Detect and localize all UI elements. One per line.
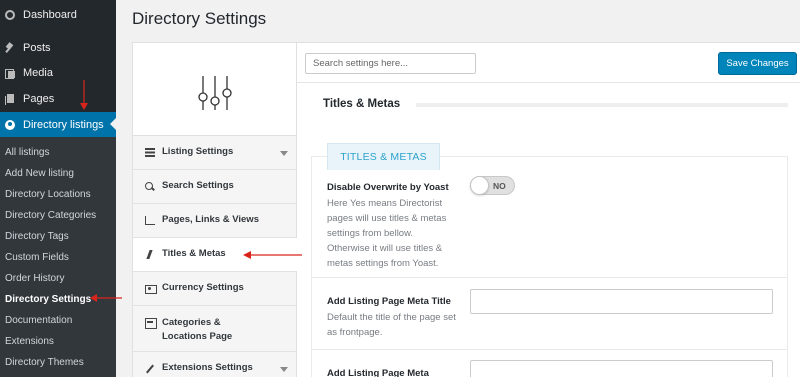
settings-toolbar: Save Changes	[297, 43, 800, 83]
submenu-directory-locations[interactable]: Directory Locations	[5, 189, 91, 200]
menu-item-pages[interactable]: Pages	[0, 86, 116, 111]
nav-pages-links-views[interactable]: Pages, Links & Views	[133, 204, 296, 238]
nav-label: Categories & Locations Page	[162, 317, 233, 343]
meta-title-label: Add Listing Page Meta Title	[327, 296, 451, 307]
settings-content: Save Changes Titles & Metas TITLES & MET…	[297, 42, 800, 377]
menu-item-label: Dashboard	[23, 8, 77, 21]
search-icon	[145, 182, 155, 191]
row-divider	[311, 277, 788, 278]
nav-label: Titles & Metas	[162, 248, 226, 260]
toggle-knob	[470, 176, 489, 195]
submenu-directory-categories[interactable]: Directory Categories	[5, 210, 96, 221]
chart-icon	[145, 216, 155, 225]
directory-icon	[5, 119, 15, 130]
section-divider	[416, 103, 788, 107]
admin-sidebar: Dashboard Posts Media Pages Directory li…	[0, 0, 116, 377]
settings-nav: Listing Settings Search Settings Pages, …	[132, 42, 298, 377]
disable-overwrite-description: Here Yes means Directorist pages will us…	[327, 198, 447, 269]
nav-listing-settings[interactable]: Listing Settings	[133, 136, 296, 170]
nav-label: Pages, Links & Views	[162, 214, 259, 226]
card-icon	[145, 318, 157, 329]
submenu-order-history[interactable]: Order History	[5, 273, 64, 284]
row-divider	[311, 349, 788, 350]
save-changes-button[interactable]: Save Changes	[718, 52, 797, 75]
menu-item-label: Directory listings	[23, 118, 104, 131]
nav-label: Currency Settings	[162, 282, 244, 294]
menu-item-label: Media	[23, 66, 53, 79]
nav-titles-metas[interactable]: Titles & Metas	[133, 238, 298, 272]
page-title: Directory Settings	[132, 9, 267, 28]
list-icon	[145, 148, 155, 157]
submenu-documentation[interactable]: Documentation	[5, 315, 72, 326]
disable-overwrite-toggle[interactable]: NO	[470, 176, 515, 195]
nav-currency-settings[interactable]: Currency Settings	[133, 272, 296, 306]
submenu-directory-themes[interactable]: Directory Themes	[5, 357, 84, 368]
meta-desc-input[interactable]	[470, 360, 773, 377]
menu-item-media[interactable]: Media	[0, 60, 116, 85]
pushpin-icon	[5, 43, 15, 53]
toggle-state: NO	[493, 181, 506, 191]
submenu-add-new-listing[interactable]: Add New listing	[5, 168, 74, 179]
menu-item-dashboard[interactable]: Dashboard	[0, 2, 116, 27]
directory-submenu: All listings Add New listing Directory L…	[0, 137, 116, 377]
submenu-all-listings[interactable]: All listings	[5, 147, 49, 158]
chevron-down-icon	[280, 366, 288, 372]
meta-title-input[interactable]	[470, 289, 773, 314]
section-tab[interactable]: TITLES & METAS	[327, 143, 440, 170]
nav-label: Extensions Settings	[162, 362, 253, 374]
pages-icon	[5, 93, 15, 105]
nav-search-settings[interactable]: Search Settings	[133, 170, 296, 204]
media-icon	[5, 68, 15, 79]
submenu-custom-fields[interactable]: Custom Fields	[5, 252, 69, 263]
menu-item-label: Posts	[23, 41, 51, 54]
search-settings-input[interactable]	[305, 53, 476, 74]
meta-title-description: Default the title of the page set as fro…	[327, 312, 456, 338]
menu-item-posts[interactable]: Posts	[0, 35, 116, 60]
section-title: Titles & Metas	[323, 98, 401, 110]
nav-label: Search Settings	[162, 180, 234, 192]
nav-extensions-settings[interactable]: Extensions Settings	[133, 352, 296, 377]
menu-item-directory-listings[interactable]: Directory listings	[0, 112, 116, 137]
money-icon	[145, 284, 157, 294]
sliders-icon	[198, 76, 232, 110]
menu-item-label: Pages	[23, 92, 55, 105]
dashboard-icon	[5, 9, 15, 20]
nav-label: Listing Settings	[162, 146, 234, 158]
nav-categories-locations[interactable]: Categories & Locations Page	[133, 306, 296, 352]
submenu-directory-settings[interactable]: Directory Settings	[5, 294, 91, 305]
submenu-extensions[interactable]: Extensions	[5, 336, 54, 347]
disable-overwrite-label: Disable Overwrite by Yoast	[327, 182, 449, 193]
settings-logo	[133, 43, 296, 136]
submenu-directory-tags[interactable]: Directory Tags	[5, 231, 69, 242]
extension-icon	[145, 364, 155, 373]
bolt-icon	[145, 250, 155, 259]
meta-desc-label: Add Listing Page Meta	[327, 368, 429, 377]
chevron-down-icon	[280, 150, 288, 156]
